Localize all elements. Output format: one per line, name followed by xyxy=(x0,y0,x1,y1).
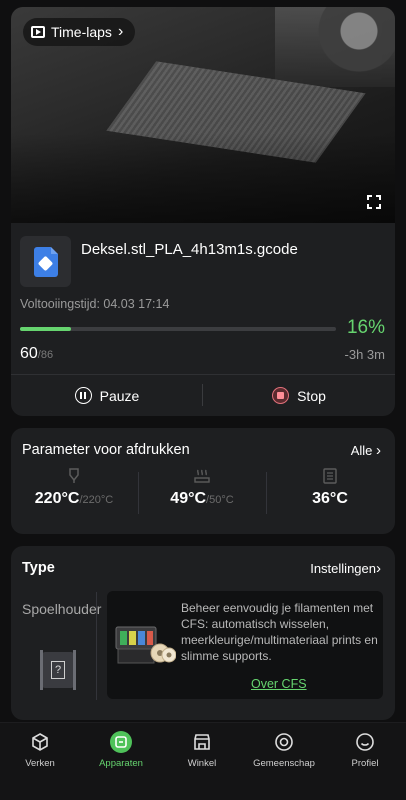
camera-feed[interactable]: Time-laps › xyxy=(11,7,395,223)
chamber-temp: 36°C xyxy=(267,468,393,526)
nav-label: Verken xyxy=(25,758,55,769)
cube-icon xyxy=(29,731,51,753)
nav-gemeenschap[interactable]: Gemeenschap xyxy=(244,731,324,769)
filament-type-card: Type Instellingen› Spoelhouder ? Beheer … xyxy=(11,546,395,720)
spool-holder-label: Spoelhouder xyxy=(22,601,102,617)
pause-button[interactable]: Pauze xyxy=(11,375,203,416)
nav-profiel[interactable]: Profiel xyxy=(325,731,405,769)
params-title: Parameter voor afdrukken xyxy=(22,442,190,458)
completion-time: Voltooiingstijd: 04.03 17:14 xyxy=(20,297,170,311)
video-icon xyxy=(31,26,45,38)
nav-winkel[interactable]: Winkel xyxy=(162,731,242,769)
cfs-description: Beheer eenvoudig je filamenten met CFS: … xyxy=(181,601,378,663)
unknown-filament-icon: ? xyxy=(51,661,65,679)
about-cfs-link[interactable]: Over CFS xyxy=(251,677,307,691)
bottom-navigation: Verken Apparaten Winkel Gemeenschap Prof… xyxy=(0,722,406,800)
profile-icon xyxy=(354,731,376,753)
nozzle-temp: 220°C/220°C xyxy=(11,468,137,526)
timelapse-button[interactable]: Time-laps › xyxy=(23,18,136,46)
heatbed-icon xyxy=(194,468,210,484)
stop-label: Stop xyxy=(297,387,326,404)
chevron-right-icon: › xyxy=(376,560,381,577)
type-title: Type xyxy=(22,560,55,576)
nav-label: Apparaten xyxy=(99,758,143,769)
progress-fill xyxy=(20,327,71,331)
cfs-device-image xyxy=(114,617,177,667)
community-icon xyxy=(273,731,295,753)
progress-percent: 16% xyxy=(346,317,385,338)
pause-label: Pauze xyxy=(99,387,140,404)
chevron-right-icon: › xyxy=(376,442,381,459)
gcode-file-icon xyxy=(33,246,58,277)
bed-temp: 49°C/50°C xyxy=(139,468,265,526)
shop-icon xyxy=(191,731,213,753)
layer-counter: 60/86 xyxy=(20,345,53,363)
nav-label: Winkel xyxy=(187,758,217,769)
print-parameters-card: Parameter voor afdrukken Alle › 220°C/22… xyxy=(11,428,395,534)
params-all-link[interactable]: Alle › xyxy=(351,442,381,459)
stop-button[interactable]: Stop xyxy=(203,375,395,416)
remaining-time: -3h 3m xyxy=(344,347,385,362)
nav-label: Gemeenschap xyxy=(253,758,315,769)
nozzle-icon xyxy=(66,468,82,484)
progress-bar xyxy=(20,327,336,331)
nav-verken[interactable]: Verken xyxy=(0,731,80,769)
nav-apparaten[interactable]: Apparaten xyxy=(81,731,161,769)
devices-icon xyxy=(110,731,132,753)
chevron-right-icon: › xyxy=(117,23,124,40)
layer-current: 60 xyxy=(20,345,38,362)
cfs-promo: Beheer eenvoudig je filamenten met CFS: … xyxy=(107,591,383,699)
file-thumbnail xyxy=(20,236,71,287)
timelapse-label: Time-laps xyxy=(51,24,112,40)
pause-icon xyxy=(74,387,92,404)
layer-total: /86 xyxy=(37,349,54,361)
printer-head-image xyxy=(275,7,395,87)
spool-slot[interactable]: ? xyxy=(40,650,76,690)
chamber-icon xyxy=(322,468,338,484)
settings-link[interactable]: Instellingen› xyxy=(310,560,381,577)
print-job-card: Deksel.stl_PLA_4h13m1s.gcode Voltooiings… xyxy=(11,223,395,416)
stop-icon xyxy=(272,387,290,404)
nav-label: Profiel xyxy=(351,758,379,769)
file-name: Deksel.stl_PLA_4h13m1s.gcode xyxy=(81,241,298,258)
fullscreen-icon[interactable] xyxy=(367,195,381,209)
